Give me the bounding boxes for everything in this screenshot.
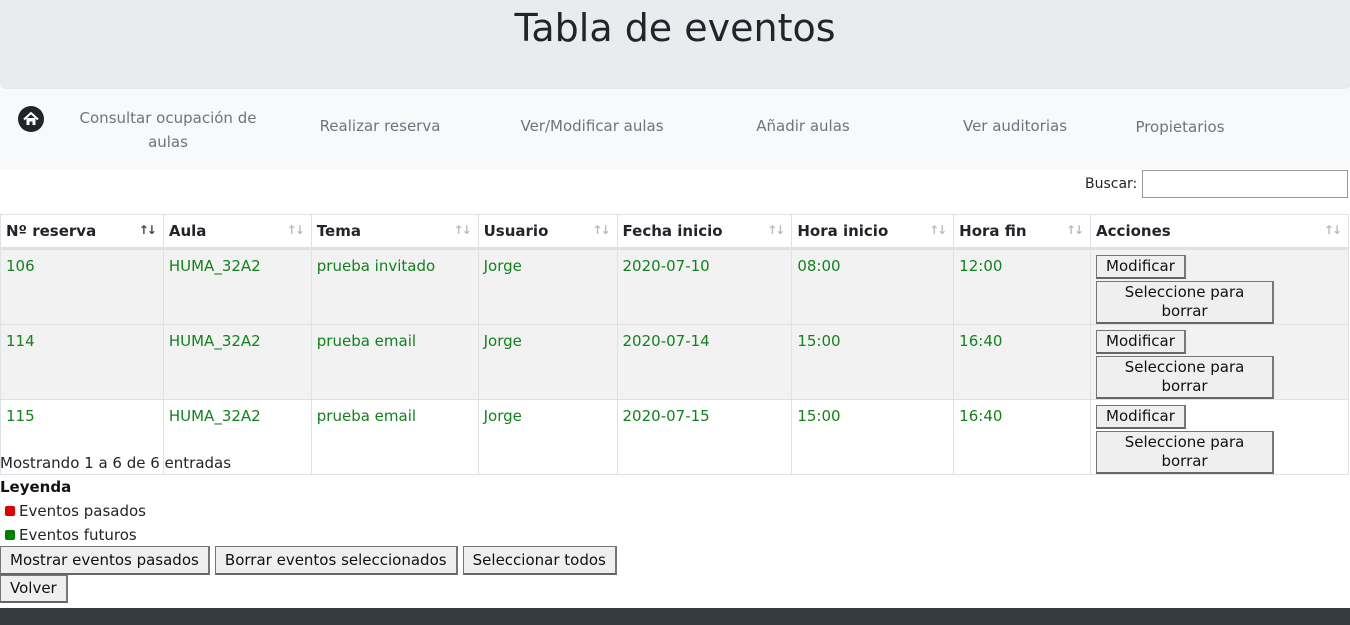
page-header: Tabla de eventos <box>0 0 1350 89</box>
sort-icon: ↑↓ <box>453 223 472 237</box>
back-button[interactable]: Volver <box>0 575 68 603</box>
nav-propietarios[interactable]: Propietarios <box>1120 115 1240 139</box>
cell-n-reserva: 114 <box>0 324 164 400</box>
cell-acciones: Modificar Seleccione para borrar <box>1090 248 1349 325</box>
cell-usuario: Jorge <box>477 248 618 325</box>
cell-aula: HUMA_32A2 <box>162 324 312 400</box>
cell-hora-inicio: 15:00 <box>791 399 955 475</box>
cell-aula: HUMA_32A2 <box>162 248 312 325</box>
table-row: 106 HUMA_32A2 prueba invitado Jorge 2020… <box>0 248 1349 325</box>
cell-acciones: Modificar Seleccione para borrar <box>1090 399 1349 475</box>
modify-button[interactable]: Modificar <box>1096 405 1186 429</box>
show-past-events-button[interactable]: Mostrar eventos pasados <box>0 546 210 575</box>
sort-icon: ↑↓ <box>929 223 947 237</box>
select-delete-button[interactable]: Seleccione para borrar <box>1096 356 1275 399</box>
cell-hora-inicio: 15:00 <box>791 324 955 400</box>
cell-tema: prueba invitado <box>310 248 479 325</box>
legend-label: Eventos futuros <box>19 526 137 544</box>
cell-hora-fin: 12:00 <box>953 248 1092 325</box>
events-table: Nº reserva ↑↓ Aula ↑↓ Tema ↑↓ Usuario ↑↓ Fec… <box>0 214 1349 475</box>
cell-fecha-inicio: 2020-07-15 <box>616 399 793 475</box>
page-title: Tabla de eventos <box>514 6 836 50</box>
cell-tema: prueba email <box>310 324 479 400</box>
navbar: Consultar ocupación de aulas Realizar re… <box>0 89 1350 169</box>
nav-consultar-ocupacion[interactable]: Consultar ocupación de aulas <box>78 106 258 154</box>
footer <box>0 608 1350 625</box>
table-info: Mostrando 1 a 6 de 6 entradas <box>0 454 232 472</box>
cell-hora-inicio: 08:00 <box>791 248 955 325</box>
cell-n-reserva: 106 <box>0 248 164 325</box>
legend-swatch-red <box>5 506 15 516</box>
legend-label: Eventos pasados <box>19 502 146 520</box>
cell-acciones: Modificar Seleccione para borrar <box>1090 324 1349 400</box>
modify-button[interactable]: Modificar <box>1096 330 1186 354</box>
home-icon[interactable] <box>17 105 45 133</box>
column-header-fecha-inicio[interactable]: Fecha inicio ↑↓ <box>616 214 793 250</box>
select-delete-button[interactable]: Seleccione para borrar <box>1096 281 1275 324</box>
column-header-acciones[interactable]: Acciones ↑↓ <box>1090 214 1349 250</box>
nav-ver-modificar-aulas[interactable]: Ver/Modificar aulas <box>502 114 682 138</box>
legend-item-past: Eventos pasados <box>5 502 146 520</box>
sort-asc-icon: ↑↓ <box>138 223 157 237</box>
cell-hora-fin: 16:40 <box>953 324 1092 400</box>
column-header-hora-inicio[interactable]: Hora inicio ↑↓ <box>791 214 955 250</box>
cell-hora-fin: 16:40 <box>953 399 1092 475</box>
nav-ver-auditorias[interactable]: Ver auditorias <box>945 114 1085 138</box>
legend-swatch-green <box>5 530 15 540</box>
cell-usuario: Jorge <box>477 324 618 400</box>
legend-item-future: Eventos futuros <box>5 526 137 544</box>
nav-realizar-reserva[interactable]: Realizar reserva <box>300 114 460 138</box>
cell-fecha-inicio: 2020-07-10 <box>616 248 793 325</box>
sort-icon: ↑↓ <box>1323 223 1342 237</box>
cell-tema: prueba email <box>310 399 479 475</box>
table-header-row: Nº reserva ↑↓ Aula ↑↓ Tema ↑↓ Usuario ↑↓ Fec… <box>0 214 1349 250</box>
cell-fecha-inicio: 2020-07-14 <box>616 324 793 400</box>
modify-button[interactable]: Modificar <box>1096 255 1186 279</box>
legend-title: Leyenda <box>0 478 72 496</box>
table-row: 114 HUMA_32A2 prueba email Jorge 2020-07… <box>0 324 1349 400</box>
select-delete-button[interactable]: Seleccione para borrar <box>1096 431 1275 474</box>
search-label: Buscar: <box>1085 176 1138 192</box>
sort-icon: ↑↓ <box>1065 223 1084 237</box>
column-header-n-reserva[interactable]: Nº reserva ↑↓ <box>0 214 164 250</box>
bottom-actions: Mostrar eventos pasados Borrar eventos s… <box>0 546 617 575</box>
delete-selected-button[interactable]: Borrar eventos seleccionados <box>214 546 458 575</box>
cell-usuario: Jorge <box>477 399 618 475</box>
search-input[interactable] <box>1142 170 1348 198</box>
back-wrap: Volver <box>0 575 68 603</box>
nav-anadir-aulas[interactable]: Añadir aulas <box>733 114 873 138</box>
sort-icon: ↑↓ <box>767 223 785 237</box>
column-header-hora-fin[interactable]: Hora fin ↑↓ <box>953 214 1092 250</box>
sort-icon: ↑↓ <box>286 223 305 237</box>
sort-icon: ↑↓ <box>592 223 610 237</box>
column-header-tema[interactable]: Tema ↑↓ <box>310 214 479 250</box>
column-header-aula[interactable]: Aula ↑↓ <box>162 214 312 250</box>
select-all-button[interactable]: Seleccionar todos <box>462 546 617 575</box>
column-header-usuario[interactable]: Usuario ↑↓ <box>477 214 618 250</box>
